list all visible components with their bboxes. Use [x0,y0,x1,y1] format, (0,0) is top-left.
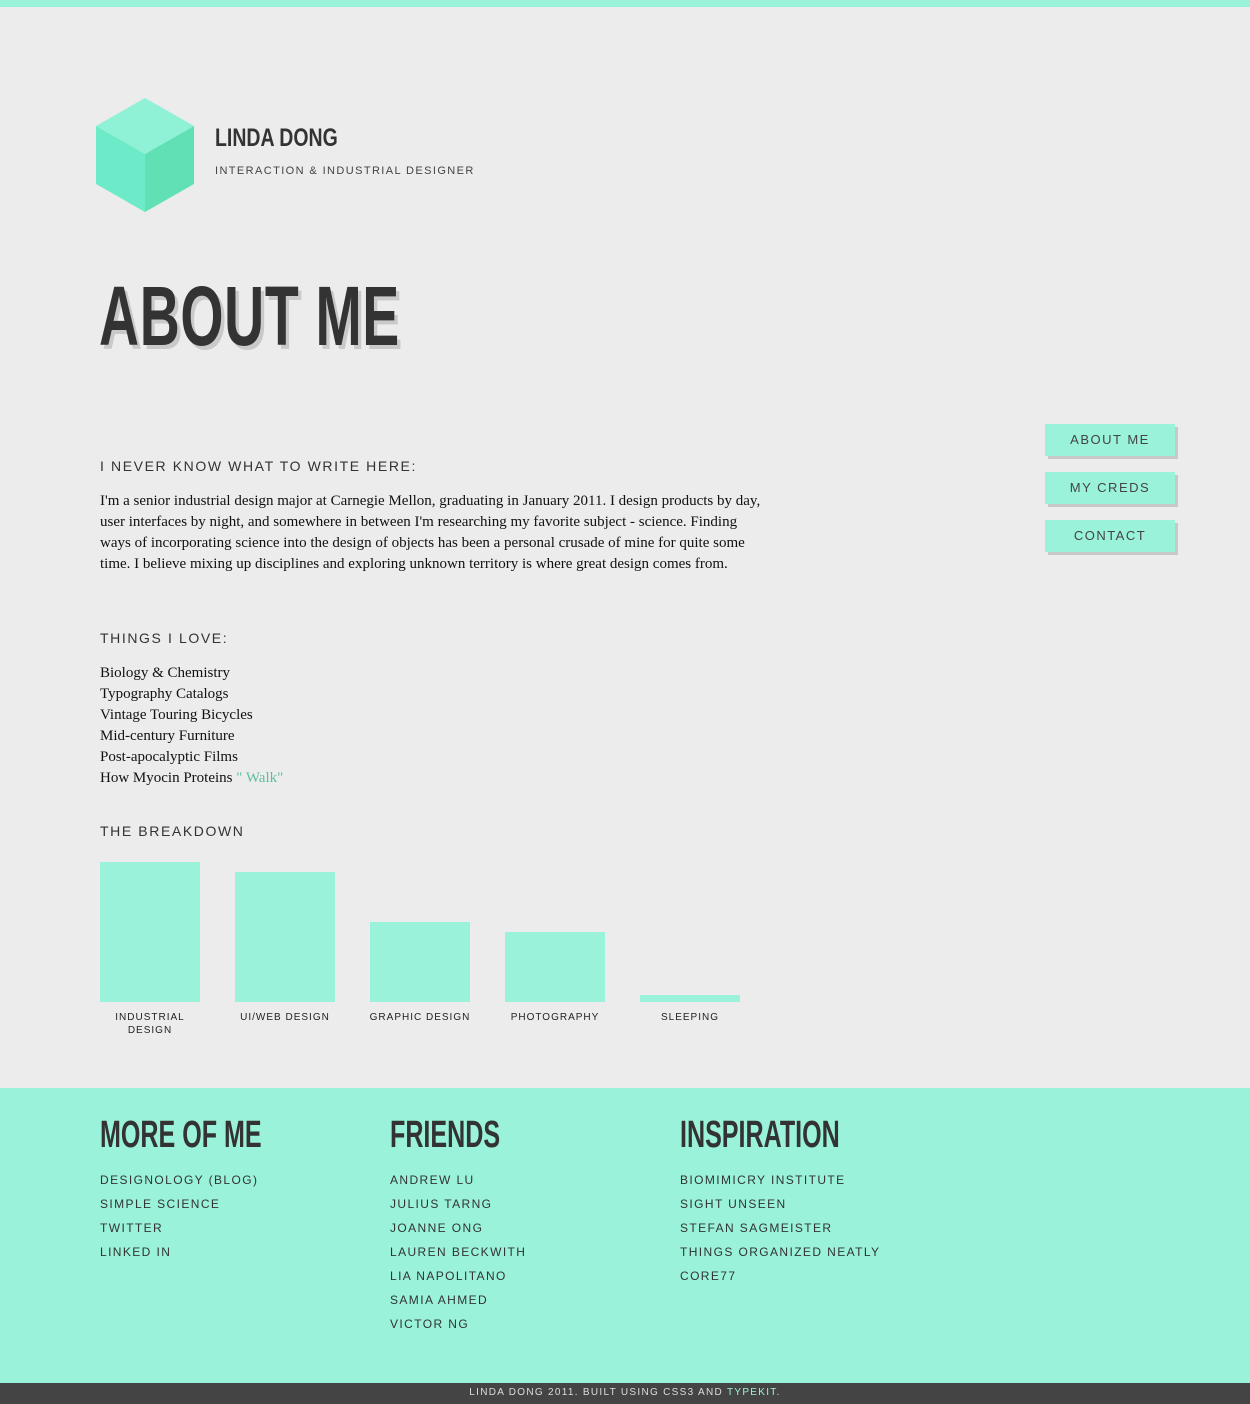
breakdown-chart: INDUSTRIAL DESIGN UI/WEB DESIGN GRAPHIC DE… [100,850,760,1050]
page-title: ABOUT ME [99,269,400,363]
footer-column-friends: FRIENDS ANDREW LU JULIUS TARNG JOANNE ON… [390,1110,557,1336]
bar-label-sleeping: SLEEPING [660,1012,720,1023]
footer-link-friend[interactable]: LAUREN BECKWITH [390,1240,557,1264]
nav-my-creds-button[interactable]: MY CREDS [1045,472,1175,504]
footer-title: FRIENDS [390,1114,501,1156]
top-accent-bar [0,0,1250,7]
list-item: Post-apocalyptic Films [100,749,238,765]
side-nav: ABOUT ME MY CREDS CONTACT [1045,424,1177,568]
list-item-text: How Myocin Proteins [100,770,233,786]
footer-link-inspiration[interactable]: STEFAN SAGMEISTER [680,1216,922,1240]
walk-link[interactable]: " Walk" [236,770,283,786]
footer-link-inspiration[interactable]: BIOMIMICRY INSTITUTE [680,1168,922,1192]
nav-contact-button[interactable]: CONTACT [1045,520,1175,552]
list-item: Vintage Touring Bicycles [100,707,253,723]
footer-column-more-of-me: MORE OF ME DESIGNOLOGY (BLOG) SIMPLE SCI… [100,1110,345,1264]
bar-graphic-design [370,922,470,1002]
footer-link-linked-in[interactable]: LINKED IN [100,1240,345,1264]
footer-link-friend[interactable]: JULIUS TARNG [390,1192,557,1216]
bar-label-photography: PHOTOGRAPHY [510,1012,600,1023]
loves-heading: THINGS I LOVE: [100,630,229,646]
bar-sleeping [640,995,740,1002]
footer-link-friend[interactable]: LIA NAPOLITANO [390,1264,557,1288]
footer-link-inspiration[interactable]: SIGHT UNSEEN [680,1192,922,1216]
bar-label-ui-web-design: UI/WEB DESIGN [240,1012,330,1023]
bottom-credit-bar: LINDA DONG 2011. BUILT USING CSS3 AND TY… [0,1383,1250,1404]
list-item: Mid-century Furniture [100,728,235,744]
site-tagline: INTERACTION & INDUSTRIAL DESIGNER [215,165,475,177]
bar-label-graphic-design: GRAPHIC DESIGN [369,1012,471,1023]
footer-link-twitter[interactable]: TWITTER [100,1216,345,1240]
cube-icon[interactable] [94,96,196,214]
bar-ui-web-design [235,872,335,1002]
typekit-link[interactable]: TYPEKIT [727,1387,777,1398]
footer-link-simple-science[interactable]: SIMPLE SCIENCE [100,1192,345,1216]
loves-list: Biology & Chemistry Typography Catalogs … [100,663,283,789]
footer-title: MORE OF ME [100,1114,262,1156]
about-paragraph: I'm a senior industrial design major at … [100,493,761,572]
list-item: Biology & Chemistry [100,665,231,681]
footer-column-inspiration: INSPIRATION BIOMIMICRY INSTITUTE SIGHT U… [680,1110,922,1288]
credit-text: LINDA DONG 2011. BUILT USING CSS3 AND [469,1387,724,1398]
footer-link-friend[interactable]: ANDREW LU [390,1168,557,1192]
list-item: Typography Catalogs [100,686,229,702]
footer-link-friend[interactable]: VICTOR NG [390,1312,557,1336]
footer-link-friend[interactable]: JOANNE ONG [390,1216,557,1240]
nav-about-me-button[interactable]: ABOUT ME [1045,424,1175,456]
footer-link-inspiration[interactable]: CORE77 [680,1264,922,1288]
site-name[interactable]: LINDA DONG [215,124,338,153]
footer-link-designology[interactable]: DESIGNOLOGY (BLOG) [100,1168,345,1192]
footer-link-friend[interactable]: SAMIA AHMED [390,1288,557,1312]
bar-industrial-design [100,862,200,1002]
footer-title: INSPIRATION [680,1114,840,1156]
about-heading: I NEVER KNOW WHAT TO WRITE HERE: [100,458,417,474]
list-item-with-link: How Myocin Proteins " Walk" [100,768,283,789]
breakdown-heading: THE BREAKDOWN [100,823,245,839]
bar-label-industrial-design: INDUSTRIAL DESIGN [115,1012,185,1036]
bar-photography [505,932,605,1002]
footer-link-inspiration[interactable]: THINGS ORGANIZED NEATLY [680,1240,922,1264]
credit-suffix: . [776,1387,781,1398]
